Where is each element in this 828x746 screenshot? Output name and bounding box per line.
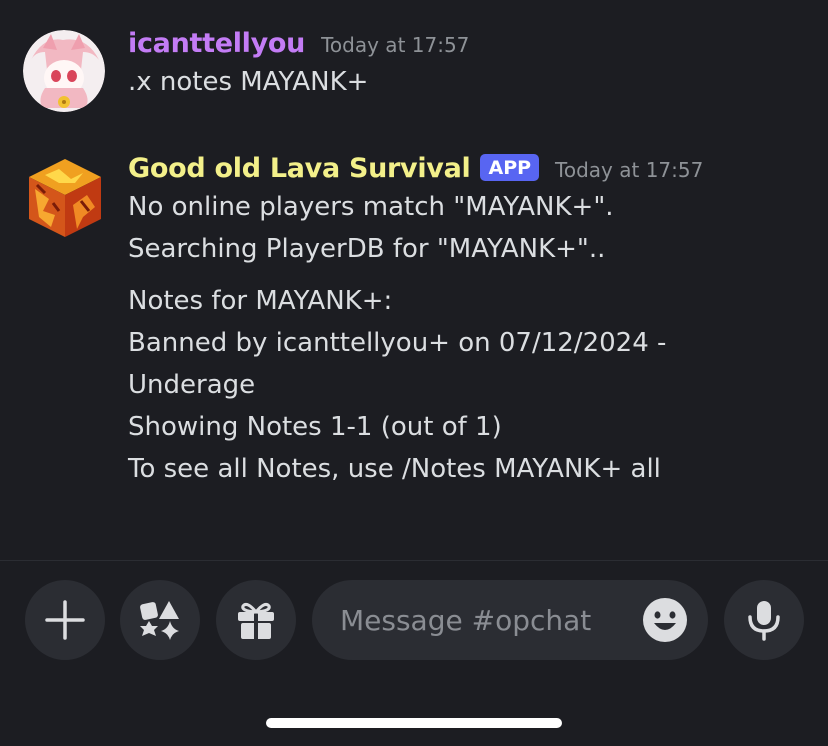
username[interactable]: icanttellyou [128,28,305,59]
plus-icon [45,600,85,640]
message-text: .x notes MAYANK+ [128,67,369,97]
home-indicator[interactable] [266,718,562,728]
message-body: .x notes MAYANK+ [128,61,808,103]
message-text: Notes for MAYANK+: [128,286,393,316]
timestamp: Today at 17:57 [555,158,704,182]
message-text: Banned by icanttellyou+ on 07/12/2024 - [128,328,667,358]
message-text: No online players match "MAYANK+". [128,192,614,222]
message-content: Good old Lava Survival APP Today at 17:5… [128,153,808,490]
message-header: Good old Lava Survival APP Today at 17:5… [128,153,808,184]
message-input[interactable]: Message #opchat [312,580,708,660]
app-badge: APP [480,154,540,181]
voice-button[interactable] [724,580,804,660]
gift-button[interactable] [216,580,296,660]
message-body: No online players match "MAYANK+". Searc… [128,186,808,490]
microphone-icon [748,601,780,641]
timestamp: Today at 17:57 [321,33,470,57]
message-text: To see all Notes, use /Notes MAYANK+ all [128,454,661,484]
composer-bar: Message #opchat [0,580,828,662]
message-content: icanttellyou Today at 17:57 .x notes MAY… [128,28,808,103]
message-input-placeholder: Message #opchat [340,603,592,637]
message-text: Searching PlayerDB for "MAYANK+".. [128,234,606,264]
attach-button[interactable] [25,580,105,660]
bot-username[interactable]: Good old Lava Survival [128,153,471,184]
composer-divider [0,560,828,561]
user-avatar[interactable] [23,30,105,112]
message-text: Showing Notes 1-1 (out of 1) [128,412,502,442]
bot-avatar[interactable] [25,155,105,241]
emoji-icon[interactable] [642,597,688,643]
gift-icon [238,603,274,639]
message-text: Underage [128,370,256,400]
apps-icon [140,601,179,640]
apps-button[interactable] [120,580,200,660]
message-header: icanttellyou Today at 17:57 [128,28,808,59]
chat-screen: icanttellyou Today at 17:57 .x notes MAY… [0,0,828,746]
